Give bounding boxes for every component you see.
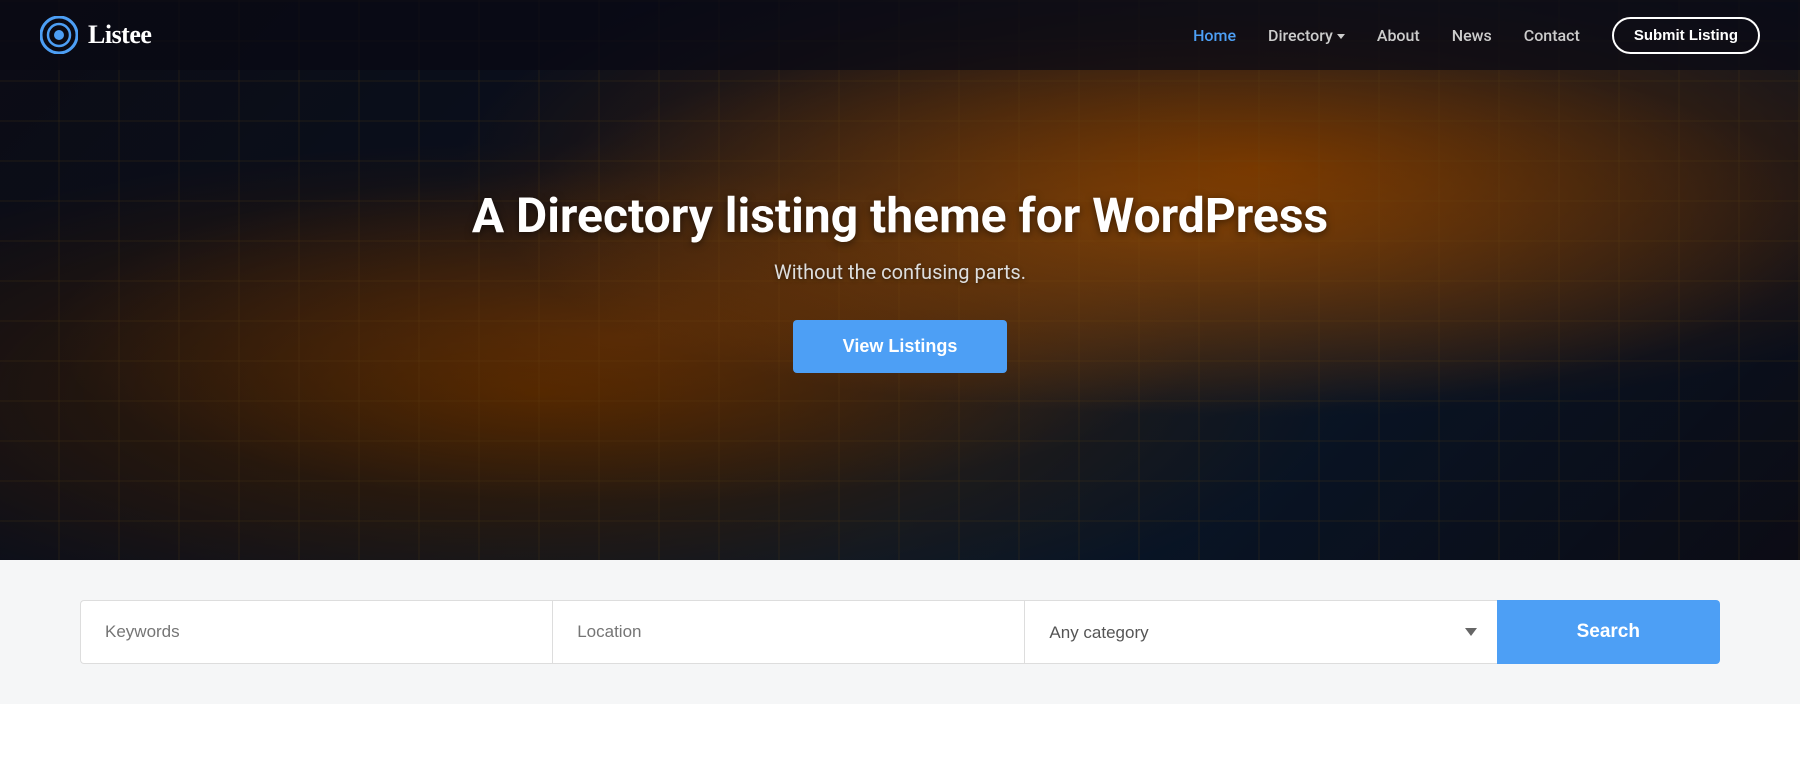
hero-title: A Directory listing theme for WordPress [472, 187, 1328, 245]
logo-icon [40, 16, 78, 54]
nav-link-directory[interactable]: Directory [1268, 26, 1345, 45]
nav-link-news[interactable]: News [1452, 26, 1492, 45]
search-section: Any category Restaurants Hotels Shopping… [0, 560, 1800, 704]
hero-section: A Directory listing theme for WordPress … [0, 0, 1800, 560]
view-listings-button[interactable]: View Listings [793, 320, 1008, 373]
nav-link-about[interactable]: About [1377, 26, 1420, 45]
nav-item-about[interactable]: About [1377, 26, 1420, 45]
nav-item-home[interactable]: Home [1193, 26, 1236, 45]
logo-text: Listee [88, 20, 151, 50]
hero-content: A Directory listing theme for WordPress … [452, 187, 1348, 374]
nav-item-submit[interactable]: Submit Listing [1612, 17, 1760, 54]
category-select-wrap: Any category Restaurants Hotels Shopping… [1024, 600, 1496, 664]
navbar: Listee Home Directory About News Contact… [0, 0, 1800, 70]
chevron-down-icon [1337, 34, 1345, 39]
nav-link-home[interactable]: Home [1193, 26, 1236, 45]
keywords-input-wrap [80, 600, 552, 664]
nav-link-contact[interactable]: Contact [1524, 26, 1580, 45]
location-input[interactable] [552, 600, 1024, 664]
keywords-input[interactable] [80, 600, 552, 664]
nav-item-contact[interactable]: Contact [1524, 26, 1580, 45]
category-select[interactable]: Any category Restaurants Hotels Shopping… [1024, 600, 1496, 664]
nav-links: Home Directory About News Contact Submit… [1193, 17, 1760, 54]
logo[interactable]: Listee [40, 16, 151, 54]
nav-item-directory[interactable]: Directory [1268, 26, 1345, 45]
hero-subtitle: Without the confusing parts. [472, 260, 1328, 284]
nav-item-news[interactable]: News [1452, 26, 1492, 45]
location-input-wrap [552, 600, 1024, 664]
search-button[interactable]: Search [1497, 600, 1720, 664]
submit-listing-button[interactable]: Submit Listing [1612, 17, 1760, 54]
